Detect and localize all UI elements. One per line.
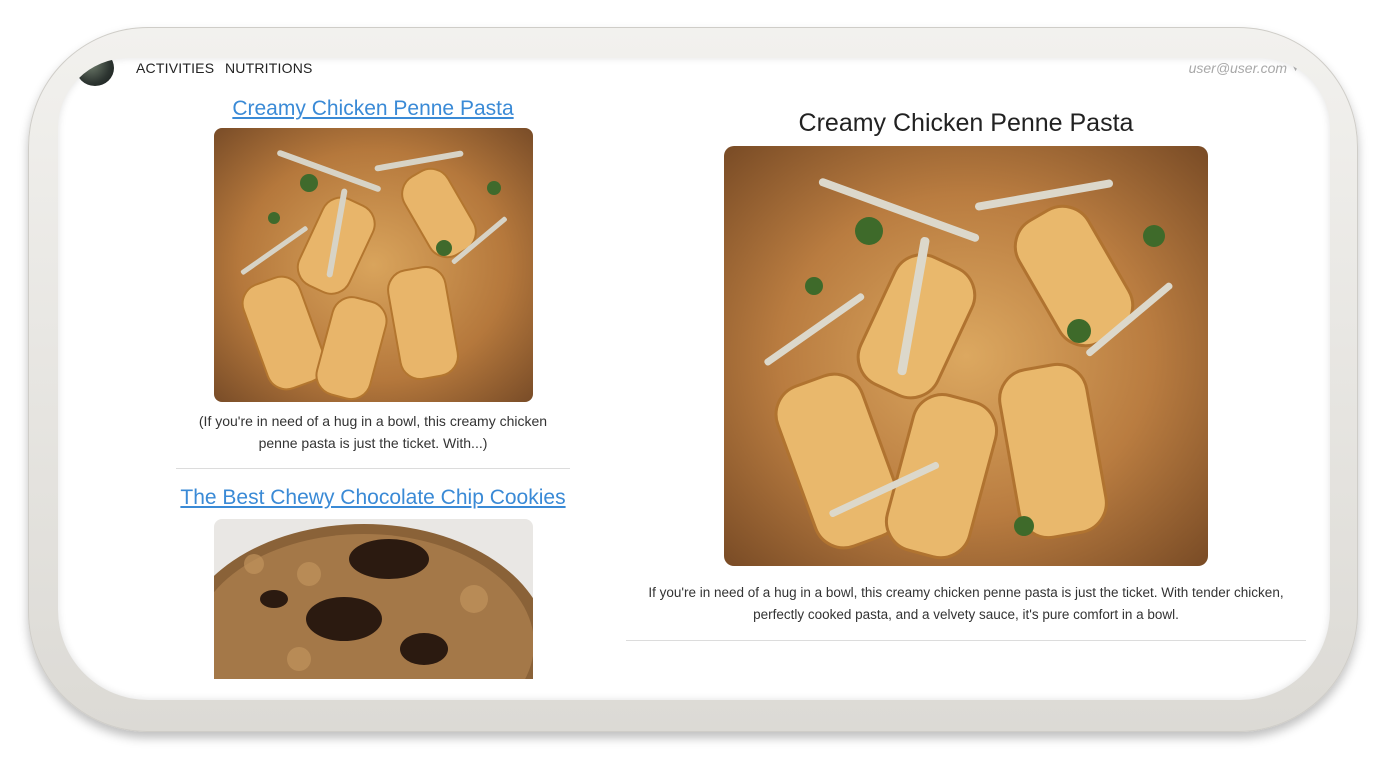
penne-pasta-thumbnail[interactable] [213,128,533,402]
nav-link-activities[interactable]: ACTIVITIES [136,60,214,76]
caret-down-icon: ▼ [1291,63,1300,73]
avatar[interactable] [76,58,114,86]
recipe-detail: Creamy Chicken Penne Pasta If you're in … [626,106,1306,641]
divider [176,468,570,469]
recipe-list: Creamy Chicken Penne Pasta (If you're in… [176,96,570,679]
user-menu[interactable]: user@user.com ▼ [1189,60,1300,76]
recipe-title-link[interactable]: The Best Chewy Chocolate Chip Cookies [180,485,565,511]
recipe-title-link[interactable]: Creamy Chicken Penne Pasta [232,96,513,122]
list-item: Creamy Chicken Penne Pasta (If you're in… [176,96,570,469]
nav-link-nutritions[interactable]: NUTRITIONS [225,60,313,76]
divider [626,640,1306,641]
list-item: The Best Chewy Chocolate Chip Cookies [176,485,570,679]
chocolate-chip-cookie-thumbnail[interactable] [213,519,533,679]
penne-pasta-photo [724,146,1208,566]
app-screen: ACTIVITIES NUTRITIONS user@user.com ▼ Cre… [58,58,1330,700]
top-navbar: ACTIVITIES NUTRITIONS user@user.com ▼ [58,58,1330,88]
detail-title: Creamy Chicken Penne Pasta [798,109,1134,137]
detail-description: If you're in need of a hug in a bowl, th… [648,585,1284,622]
recipe-excerpt: (If you're in need of a hug in a bowl, t… [198,413,548,451]
user-email: user@user.com [1188,60,1288,76]
